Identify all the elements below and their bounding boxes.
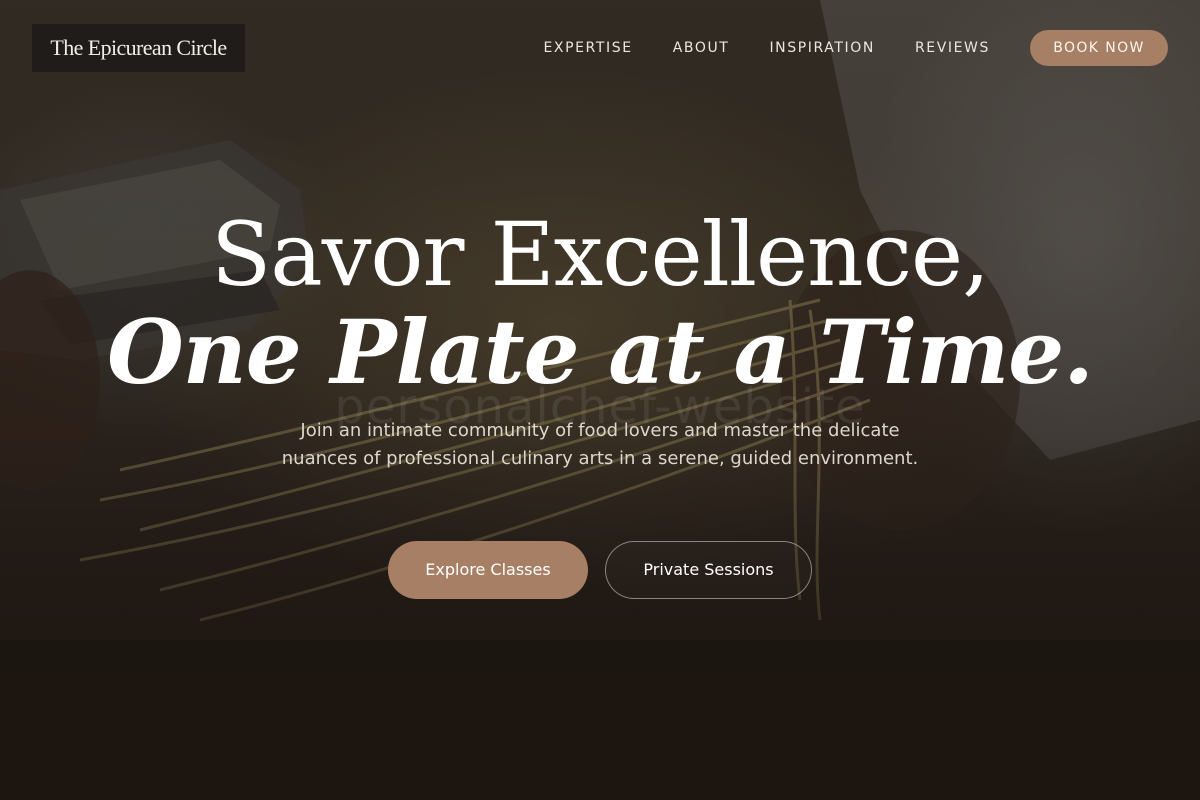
hero-subtitle: Join an intimate community of food lover… [281, 420, 919, 469]
private-sessions-button[interactable]: Private Sessions [605, 541, 812, 599]
explore-classes-button[interactable]: Explore Classes [388, 541, 588, 599]
hero-section: Savor Excellence, personalchef-website O… [0, 0, 1200, 800]
hero-headline-line1: Savor Excellence, [210, 203, 990, 306]
hero-headline-line2: One Plate at a Time. [107, 300, 1094, 404]
landing-page: The Epicurean Circle EXPERTISE ABOUT INS… [0, 0, 1200, 800]
